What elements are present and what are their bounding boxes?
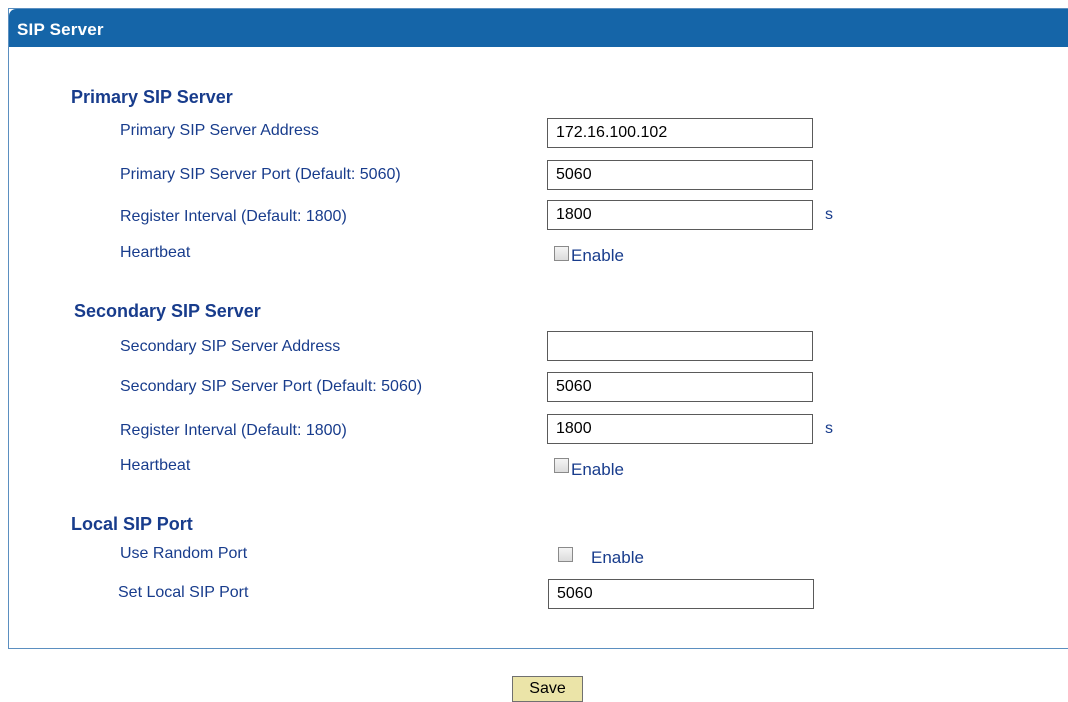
local-section-title: Local SIP Port — [71, 514, 193, 534]
primary-heartbeat-checkbox[interactable] — [554, 246, 569, 261]
local-port-input[interactable] — [548, 579, 814, 609]
random-port-label: Use Random Port — [120, 545, 248, 562]
secondary-port-label: Secondary SIP Server Port (Default: 5060… — [120, 378, 423, 395]
save-button[interactable]: Save — [512, 676, 583, 702]
primary-address-input[interactable] — [547, 118, 813, 148]
primary-port-label: Primary SIP Server Port (Default: 5060) — [120, 166, 401, 183]
random-port-checkbox[interactable] — [558, 547, 573, 562]
primary-heartbeat-label: Heartbeat — [120, 244, 191, 261]
primary-section-title: Primary SIP Server — [71, 87, 233, 107]
secondary-interval-unit: s — [825, 420, 833, 437]
random-port-enable-label: Enable — [591, 548, 644, 567]
secondary-interval-label: Register Interval (Default: 1800) — [120, 422, 347, 439]
panel-header: SIP Server — [9, 9, 1068, 47]
secondary-interval-input[interactable] — [547, 414, 813, 444]
primary-interval-input[interactable] — [547, 200, 813, 230]
secondary-port-input[interactable] — [547, 372, 813, 402]
secondary-address-label: Secondary SIP Server Address — [120, 338, 341, 355]
local-port-label: Set Local SIP Port — [118, 584, 249, 601]
primary-port-input[interactable] — [547, 160, 813, 190]
primary-interval-label: Register Interval (Default: 1800) — [120, 208, 347, 225]
secondary-address-input[interactable] — [547, 331, 813, 361]
secondary-heartbeat-enable-label: Enable — [571, 460, 624, 479]
panel-title: SIP Server — [17, 20, 104, 39]
secondary-section-title: Secondary SIP Server — [74, 301, 261, 321]
primary-heartbeat-enable-label: Enable — [571, 246, 624, 265]
primary-address-label: Primary SIP Server Address — [120, 122, 319, 139]
secondary-heartbeat-label: Heartbeat — [120, 457, 191, 474]
primary-interval-unit: s — [825, 206, 833, 223]
secondary-heartbeat-checkbox[interactable] — [554, 458, 569, 473]
